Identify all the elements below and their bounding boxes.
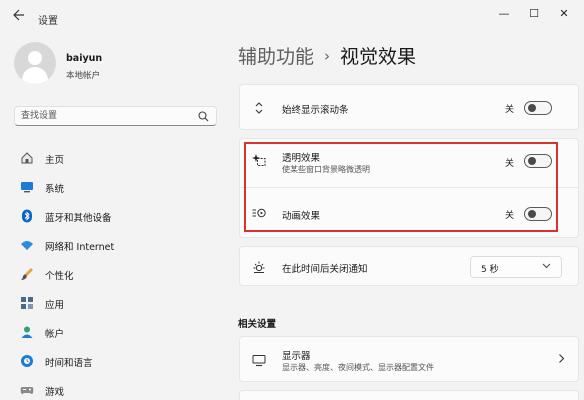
app-title: 设置 [38, 16, 58, 27]
sidebar-item-network[interactable]: 网络和 Internet [12, 232, 220, 258]
gamepad-icon [20, 387, 34, 394]
bluetooth-icon [22, 209, 32, 223]
wifi-icon [21, 241, 33, 250]
setting-title: 动画效果 [282, 211, 321, 222]
sidebar-item-accounts[interactable]: 帐户 [12, 319, 220, 345]
sidebar-item-label: 系统 [45, 184, 65, 195]
setting-title: 透明效果 [282, 153, 321, 164]
apps-icon [21, 297, 33, 309]
animation-icon [252, 208, 266, 218]
search-box[interactable] [14, 106, 217, 126]
sidebar-item-label: 应用 [45, 300, 65, 311]
dropdown-value: 5 秒 [481, 265, 499, 275]
setting-title: 始终显示滚动条 [282, 105, 349, 116]
toggle-state-label: 关 [505, 159, 515, 169]
title-bar: 设置 — ☐ ✕ [0, 0, 584, 34]
notification-timeout-dropdown[interactable]: 5 秒 [470, 256, 562, 278]
sidebar-item-system[interactable]: 系统 [12, 174, 220, 200]
monitor-icon [21, 182, 33, 193]
setting-group-effects: 透明效果 使某些窗口背景略微透明 关 动画效果 关 [239, 138, 579, 238]
home-icon [21, 152, 33, 164]
sun-icon [253, 261, 265, 273]
divider [240, 187, 578, 188]
toggle-state-label: 关 [505, 211, 515, 221]
sidebar: baiyun 本地帐户 主页 系统 蓝牙和其他设备 网络和 [0, 34, 228, 400]
close-button[interactable]: ✕ [552, 5, 576, 23]
animation-toggle[interactable] [524, 207, 552, 221]
back-button[interactable] [10, 9, 28, 27]
person-icon [21, 326, 33, 338]
sidebar-item-bluetooth[interactable]: 蓝牙和其他设备 [12, 203, 220, 229]
scrollbar-arrows-icon [255, 102, 263, 114]
breadcrumb: 辅助功能 › 视觉效果 [238, 42, 416, 69]
sidebar-item-time-language[interactable]: 时间和语言 [12, 348, 220, 374]
setting-subtitle: 显示器、亮度、夜间模式、显示器配置文件 [282, 363, 434, 372]
sidebar-item-label: 主页 [45, 155, 65, 166]
chevron-right-icon [559, 354, 565, 363]
setting-dismiss-notifications: 在此时间后关闭通知 5 秒 [239, 246, 579, 286]
sidebar-item-label: 网络和 Internet [45, 242, 115, 253]
display-icon [252, 355, 266, 367]
page-title: 视觉效果 [340, 46, 417, 68]
sidebar-item-label: 游戏 [45, 387, 65, 398]
sidebar-item-gaming[interactable]: 游戏 [12, 377, 220, 400]
transparency-sparkle-icon [252, 154, 266, 166]
maximize-button[interactable]: ☐ [522, 5, 546, 23]
brush-icon [21, 268, 33, 280]
sidebar-item-label: 蓝牙和其他设备 [45, 213, 112, 224]
related-next-item[interactable] [239, 390, 579, 400]
related-display[interactable]: 显示器 显示器、亮度、夜间模式、显示器配置文件 [239, 336, 579, 382]
sidebar-item-label: 帐户 [45, 329, 65, 340]
setting-subtitle: 使某些窗口背景略微透明 [282, 165, 370, 174]
breadcrumb-parent[interactable]: 辅助功能 [238, 46, 314, 68]
user-name: baiyun [66, 53, 103, 64]
section-title-related: 相关设置 [238, 319, 277, 330]
search-input[interactable] [21, 109, 191, 123]
globe-clock-icon [21, 355, 33, 367]
sidebar-item-apps[interactable]: 应用 [12, 290, 220, 316]
sidebar-item-label: 时间和语言 [45, 358, 93, 369]
avatar [14, 42, 56, 84]
search-icon[interactable] [198, 111, 209, 122]
user-profile[interactable]: baiyun 本地帐户 [14, 42, 224, 88]
toggle-state-label: 关 [505, 105, 515, 115]
sidebar-item-personalization[interactable]: 个性化 [12, 261, 220, 287]
arrow-left-icon [13, 9, 24, 21]
transparency-toggle[interactable] [524, 154, 552, 168]
sidebar-item-home[interactable]: 主页 [12, 145, 220, 171]
setting-scrollbars: 始终显示滚动条 关 [239, 84, 579, 130]
breadcrumb-separator: › [324, 47, 331, 65]
setting-title: 在此时间后关闭通知 [282, 264, 368, 275]
minimize-button[interactable]: — [492, 5, 516, 23]
chevron-down-icon [542, 263, 551, 269]
sidebar-item-label: 个性化 [45, 271, 74, 282]
main-content: 辅助功能 › 视觉效果 始终显示滚动条 关 透明效果 使某些窗口背景略微透明 关 动… [228, 34, 584, 400]
scrollbars-toggle[interactable] [524, 101, 552, 115]
account-type: 本地帐户 [66, 71, 101, 81]
setting-title: 显示器 [282, 351, 311, 362]
